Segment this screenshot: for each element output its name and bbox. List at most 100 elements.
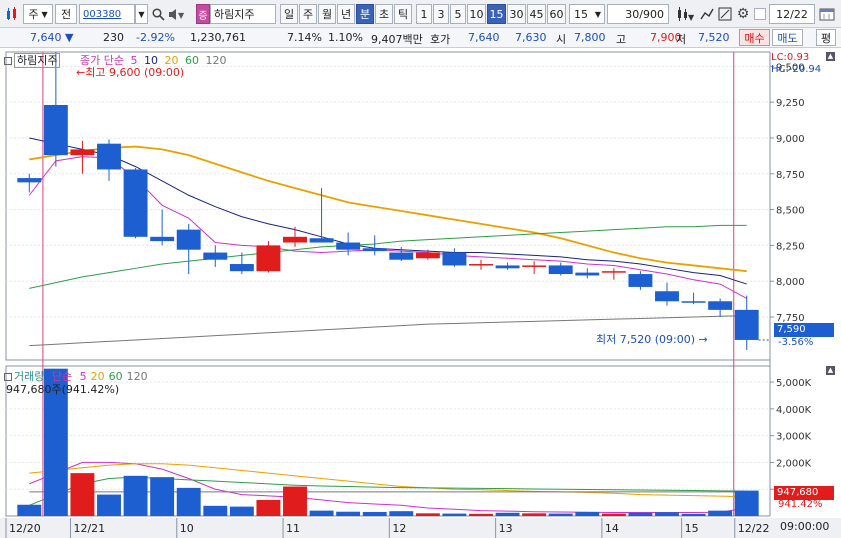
- volume-bar: [495, 512, 520, 516]
- period-tab[interactable]: 일: [280, 4, 298, 24]
- high-annotation: ←최고 9,600 (09:00): [76, 64, 184, 80]
- candle-body: [150, 236, 175, 242]
- volume-bar: [203, 505, 228, 516]
- bid-price: 7,630: [515, 31, 547, 44]
- period-tab[interactable]: 틱: [394, 4, 412, 24]
- chevron-down-icon: ▼: [41, 9, 48, 19]
- search-icon[interactable]: [150, 4, 166, 24]
- minute-tab[interactable]: 10: [467, 4, 486, 24]
- current-pct-tag: -3.56%: [778, 337, 814, 348]
- volume-tick-label: 2,000K: [776, 458, 812, 469]
- minute-tab[interactable]: 60: [547, 4, 566, 24]
- candle-body: [97, 143, 121, 170]
- volume-bar: [681, 513, 706, 516]
- x-axis-label: 12/20: [9, 522, 41, 535]
- interval-select[interactable]: 15 ▼: [569, 4, 605, 24]
- volume-bar: [575, 511, 600, 516]
- stock-code-input[interactable]: 003380: [79, 4, 135, 24]
- ask-price: 7,640: [468, 31, 500, 44]
- volume-bar: [522, 513, 547, 516]
- stock-name-field[interactable]: 하림지주: [210, 4, 276, 24]
- panel-collapse-icon[interactable]: ▲: [826, 52, 835, 61]
- high-label: 고: [616, 33, 627, 46]
- volume-bar: [336, 511, 361, 516]
- period-tab[interactable]: 년: [337, 4, 355, 24]
- buy-button[interactable]: 매수: [739, 29, 770, 46]
- view-select-value: 전: [60, 8, 72, 21]
- lc-value: LC:0.93: [771, 52, 810, 63]
- gear-icon[interactable]: ⚙: [735, 4, 751, 24]
- price-tick-label: 8,750: [776, 170, 805, 181]
- sell-button[interactable]: 매도: [772, 29, 803, 46]
- minute-tab[interactable]: 15: [487, 4, 506, 24]
- x-axis-background: [0, 518, 841, 538]
- candle-body: [469, 264, 493, 266]
- price-tick-label: 8,250: [776, 241, 805, 252]
- code-dropdown-button[interactable]: ▼: [135, 4, 148, 24]
- crosshair-time-label: 09:00:00: [780, 520, 830, 533]
- candle-body: [123, 169, 148, 237]
- current-price-value: 7,640: [30, 31, 62, 44]
- calendar-icon[interactable]: [817, 4, 837, 24]
- high-annotation-text: 최고 9,600 (09:00): [85, 66, 185, 79]
- volume-bar: [176, 487, 201, 516]
- turnover-rate: 1.10%: [328, 31, 363, 44]
- candle-body: [628, 274, 653, 287]
- minute-tab[interactable]: 3: [433, 4, 449, 24]
- x-axis-label: 12: [392, 522, 406, 535]
- period-tab[interactable]: 월: [318, 4, 336, 24]
- volume-bar: [123, 475, 148, 516]
- candle-settings-icon[interactable]: ▼: [674, 4, 696, 24]
- minute-tab[interactable]: 45: [527, 4, 546, 24]
- sync-checkbox[interactable]: [754, 8, 766, 20]
- volume-readout: 947,680주(941.42%): [6, 383, 120, 396]
- expand-icon[interactable]: [717, 4, 733, 24]
- x-axis-label: 11: [286, 522, 300, 535]
- down-arrow-icon: ▼: [65, 31, 74, 44]
- minute-tab[interactable]: 30: [507, 4, 526, 24]
- speaker-icon[interactable]: ▼: [166, 4, 192, 24]
- volume-bar: [628, 512, 653, 516]
- view-select[interactable]: 전: [55, 4, 77, 24]
- period-tab[interactable]: 분: [356, 4, 374, 24]
- stock-name-tag: 하림지주: [4, 52, 61, 68]
- current-price: 7,640 ▼: [30, 31, 73, 44]
- minute-tab[interactable]: 1: [416, 4, 432, 24]
- x-axis-label: 13: [499, 522, 513, 535]
- x-axis-label: 12/21: [73, 522, 105, 535]
- eval-button[interactable]: 평: [816, 29, 836, 46]
- volume-bar: [150, 477, 175, 516]
- candle-body: [601, 271, 626, 273]
- candle-body: [309, 238, 334, 243]
- candle-body: [522, 265, 547, 267]
- period-tab[interactable]: 초: [375, 4, 393, 24]
- minute-tab[interactable]: 5: [450, 4, 466, 24]
- open-label: 시: [556, 33, 567, 46]
- volume-bar: [309, 510, 334, 516]
- chart-type-icon[interactable]: [3, 4, 21, 24]
- volume-bar: [601, 513, 626, 516]
- stock-name-tag-label: 하림지주: [14, 53, 61, 68]
- market-select[interactable]: 주 ▼: [23, 4, 53, 24]
- panel-menu-icon[interactable]: [4, 373, 12, 381]
- panel-menu-icon[interactable]: [4, 57, 12, 65]
- candle-body: [70, 149, 95, 156]
- current-volume-tag: 947,680: [774, 486, 834, 500]
- candle-body: [575, 272, 600, 276]
- low-label: 저: [676, 33, 687, 46]
- stock-chart[interactable]: 9,500 9,250 9,000 8,750 8,500 8,250 8,000 7,750…: [0, 48, 841, 538]
- low-annotation-text: 최저 7,520 (09:00): [596, 333, 696, 346]
- date-input[interactable]: 12/22: [769, 4, 815, 24]
- date-value: 12/22: [776, 7, 808, 21]
- volume-panel-frame: [5, 365, 771, 517]
- price-tick-label: 8,500: [776, 206, 805, 217]
- x-axis-label: 15: [685, 522, 699, 535]
- volume-bar: [70, 473, 95, 516]
- volume-panel-collapse-icon[interactable]: ▲: [826, 366, 835, 375]
- candle-body: [256, 245, 281, 272]
- volume-bar: [362, 511, 387, 516]
- candle-body: [229, 264, 254, 272]
- data-count-input[interactable]: 30/900: [607, 4, 669, 24]
- draw-tool-icon[interactable]: [699, 4, 715, 24]
- period-tab[interactable]: 주: [299, 4, 317, 24]
